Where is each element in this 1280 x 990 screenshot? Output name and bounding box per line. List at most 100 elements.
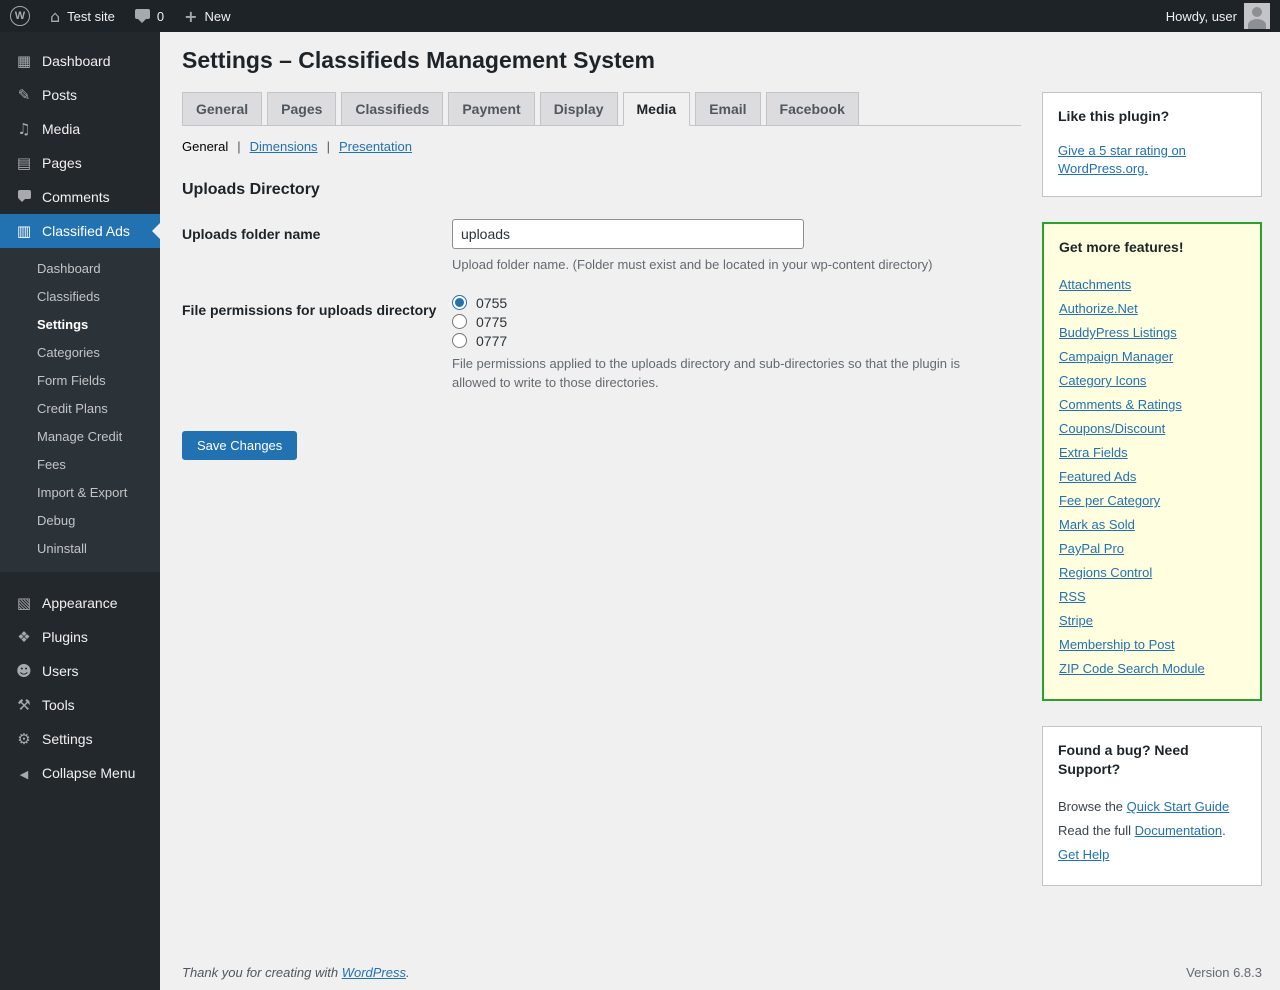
file-permissions-row: File permissions for uploads directory 0… bbox=[182, 295, 1021, 393]
new-label: New bbox=[204, 8, 231, 24]
collapse-icon bbox=[14, 766, 34, 781]
permission-option[interactable]: 0755 bbox=[452, 295, 1021, 311]
feature-link[interactable]: Mark as Sold bbox=[1059, 513, 1135, 537]
features-widget-title: Get more features! bbox=[1059, 239, 1184, 256]
submenu-item[interactable]: Debug bbox=[0, 507, 160, 535]
menu-item[interactable]: Pages bbox=[0, 146, 160, 180]
menu-item-label: Classified Ads bbox=[42, 223, 130, 239]
support-browse-text: Browse the bbox=[1058, 798, 1127, 814]
get-help-link[interactable]: Get Help bbox=[1058, 847, 1109, 862]
feature-link[interactable]: Coupons/Discount bbox=[1059, 417, 1165, 441]
menu-item[interactable]: Users bbox=[0, 654, 160, 688]
submenu-item[interactable]: Settings bbox=[0, 311, 160, 339]
settings-panel: General Pages Classifieds Payment Display Med… bbox=[182, 91, 1021, 461]
file-permissions-help: File permissions applied to the uploads … bbox=[452, 355, 960, 390]
admin-menu-top: Dashboard Posts Media Pages Comments Cla… bbox=[0, 32, 160, 248]
settings-tab[interactable]: Email bbox=[695, 91, 761, 125]
classified-ads-icon bbox=[14, 224, 34, 239]
menu-item-label: Posts bbox=[42, 87, 78, 103]
submenu-item[interactable]: Import & Export bbox=[0, 479, 160, 507]
settings-tab[interactable]: General bbox=[182, 91, 263, 125]
feature-link[interactable]: Category Icons bbox=[1059, 369, 1146, 393]
uploads-folder-input[interactable] bbox=[452, 218, 804, 249]
feature-link[interactable]: BuddyPress Listings bbox=[1059, 321, 1177, 345]
submenu-item[interactable]: Fees bbox=[0, 451, 160, 479]
support-read-line: Read the full Documentation. bbox=[1058, 819, 1246, 843]
settings-tab[interactable]: Pages bbox=[267, 91, 337, 125]
settings-tab[interactable]: Facebook bbox=[765, 91, 859, 125]
wordpress-logo-icon: W bbox=[10, 6, 30, 26]
feature-link[interactable]: Fee per Category bbox=[1059, 489, 1160, 513]
submenu-item[interactable]: Manage Credit bbox=[0, 423, 160, 451]
feature-link[interactable]: Attachments bbox=[1059, 273, 1131, 297]
permission-option-label: 0755 bbox=[476, 294, 508, 311]
comments-menu[interactable]: 0 bbox=[125, 0, 174, 32]
rating-widget-title: Like this plugin? bbox=[1058, 107, 1170, 124]
rating-link[interactable]: Give a 5 star rating on WordPress.org. bbox=[1058, 142, 1246, 178]
subnav-link[interactable]: Dimensions bbox=[250, 139, 318, 154]
submenu-item[interactable]: Credit Plans bbox=[0, 395, 160, 423]
permission-option[interactable]: 0777 bbox=[452, 333, 1021, 349]
quick-start-guide-link[interactable]: Quick Start Guide bbox=[1127, 799, 1230, 814]
feature-link[interactable]: Featured Ads bbox=[1059, 465, 1136, 489]
submenu-item[interactable]: Uninstall bbox=[0, 535, 160, 563]
permission-radio[interactable] bbox=[452, 333, 467, 349]
support-read-period: . bbox=[1222, 822, 1226, 838]
admin-bar-right: Howdy, user bbox=[1156, 0, 1280, 32]
feature-link[interactable]: Regions Control bbox=[1059, 561, 1152, 585]
features-widget: Get more features! Attachments Authorize.… bbox=[1042, 222, 1262, 702]
feature-link[interactable]: Comments & Ratings bbox=[1059, 393, 1182, 417]
menu-item[interactable]: Classified Ads bbox=[0, 214, 160, 248]
feature-link[interactable]: Campaign Manager bbox=[1059, 345, 1173, 369]
feature-link[interactable]: PayPal Pro bbox=[1059, 537, 1124, 561]
feature-link[interactable]: ZIP Code Search Module bbox=[1059, 657, 1205, 681]
plus-icon: + bbox=[184, 6, 198, 26]
menu-item[interactable]: Comments bbox=[0, 180, 160, 214]
permission-radio[interactable] bbox=[452, 295, 467, 311]
settings-tab[interactable]: Classifieds bbox=[341, 91, 444, 125]
my-account-menu[interactable]: Howdy, user bbox=[1156, 0, 1280, 32]
site-name-menu[interactable]: ⌂ Test site bbox=[40, 0, 125, 32]
menu-item[interactable]: Posts bbox=[0, 78, 160, 112]
right-sidebar: Like this plugin? Give a 5 star rating o… bbox=[1042, 91, 1262, 911]
menu-item[interactable]: Settings bbox=[0, 722, 160, 756]
submenu-item[interactable]: Dashboard bbox=[0, 255, 160, 283]
permission-option-label: 0775 bbox=[476, 313, 508, 330]
submenu-item[interactable]: Categories bbox=[0, 339, 160, 367]
uploads-folder-help: Upload folder name. (Folder must exist a… bbox=[452, 256, 933, 272]
feature-link[interactable]: Stripe bbox=[1059, 609, 1093, 633]
feature-link[interactable]: Extra Fields bbox=[1059, 441, 1128, 465]
subnav-link[interactable]: General bbox=[182, 139, 228, 154]
support-widget: Found a bug? Need Support? Browse the Qu… bbox=[1042, 726, 1262, 886]
footer-thanks-period: . bbox=[406, 965, 410, 980]
menu-item[interactable]: Tools bbox=[0, 688, 160, 722]
admin-bar-left: W ⌂ Test site 0 + New bbox=[0, 0, 241, 32]
menu-item[interactable]: Media bbox=[0, 112, 160, 146]
new-content-menu[interactable]: + New bbox=[174, 0, 240, 32]
menu-item[interactable]: Collapse Menu bbox=[0, 756, 160, 790]
menu-item[interactable]: Appearance bbox=[0, 586, 160, 620]
subnav-link[interactable]: Presentation bbox=[339, 139, 412, 154]
feature-link[interactable]: Authorize.Net bbox=[1059, 297, 1138, 321]
feature-link[interactable]: Membership to Post bbox=[1059, 633, 1175, 657]
site-name-label: Test site bbox=[67, 8, 115, 24]
menu-item[interactable]: Plugins bbox=[0, 620, 160, 654]
documentation-link[interactable]: Documentation bbox=[1135, 823, 1222, 838]
menu-item-label: Pages bbox=[42, 155, 82, 171]
menu-item-label: Dashboard bbox=[42, 53, 111, 69]
wordpress-logo-menu[interactable]: W bbox=[0, 0, 40, 32]
permission-radio[interactable] bbox=[452, 314, 467, 330]
permission-option[interactable]: 0775 bbox=[452, 314, 1021, 330]
feature-link[interactable]: RSS bbox=[1059, 585, 1086, 609]
submenu-item[interactable]: Classifieds bbox=[0, 283, 160, 311]
save-changes-button[interactable]: Save Changes bbox=[182, 431, 298, 461]
settings-tab[interactable]: Payment bbox=[448, 91, 535, 125]
appearance-icon bbox=[14, 596, 34, 611]
submenu-item[interactable]: Form Fields bbox=[0, 367, 160, 395]
wordpress-link[interactable]: WordPress bbox=[342, 965, 406, 980]
settings-tab[interactable]: Media bbox=[622, 91, 691, 126]
admin-bar: W ⌂ Test site 0 + New Howdy, user bbox=[0, 0, 1280, 32]
settings-tab[interactable]: Display bbox=[539, 91, 618, 125]
comments-bubble-icon bbox=[135, 9, 150, 23]
menu-item[interactable]: Dashboard bbox=[0, 44, 160, 78]
